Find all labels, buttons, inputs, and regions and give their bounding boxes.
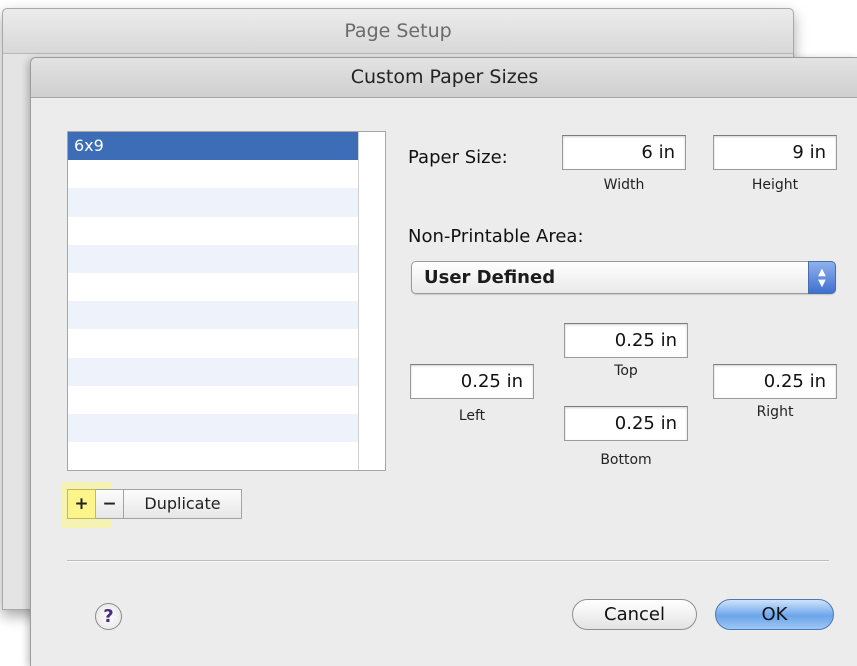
popup-selected-value: User Defined <box>424 267 556 288</box>
list-item[interactable] <box>68 413 358 443</box>
width-caption: Width <box>603 177 645 193</box>
bottom-margin-field[interactable]: 0.25 in <box>564 406 688 441</box>
height-caption: Height <box>751 177 799 193</box>
right-margin-field[interactable]: 0.25 in <box>713 364 837 399</box>
custom-paper-sizes-sheet: Custom Paper Sizes 6x9 + − Duplicate Pap… <box>30 57 857 666</box>
footer-divider <box>67 560 829 562</box>
bottom-caption: Bottom <box>600 452 652 468</box>
non-printable-area-label: Non-Printable Area: <box>408 226 584 247</box>
list-scrollbar[interactable] <box>358 132 385 470</box>
add-button[interactable]: + <box>67 489 96 519</box>
top-margin-field[interactable]: 0.25 in <box>564 323 688 358</box>
page-setup-title: Page Setup <box>3 9 793 54</box>
top-caption: Top <box>614 363 638 379</box>
paper-size-list[interactable]: 6x9 <box>67 131 386 471</box>
sheet-title: Custom Paper Sizes <box>31 58 857 98</box>
remove-button[interactable]: − <box>96 489 124 519</box>
right-caption: Right <box>756 404 794 420</box>
paper-width-field[interactable]: 6 in <box>562 135 686 170</box>
help-button[interactable]: ? <box>95 603 122 630</box>
list-item[interactable] <box>68 273 358 301</box>
paper-list-rows: 6x9 <box>68 132 358 470</box>
list-button-group: + − Duplicate <box>67 489 242 519</box>
ok-button[interactable]: OK <box>715 599 834 630</box>
list-item-selected[interactable]: 6x9 <box>68 132 358 161</box>
list-item[interactable] <box>68 442 358 470</box>
left-caption: Left <box>458 408 486 424</box>
paper-height-field[interactable]: 9 in <box>713 135 837 170</box>
up-down-arrows-icon: ▲ ▼ <box>808 261 836 294</box>
list-item[interactable] <box>68 329 358 357</box>
non-printable-area-popup[interactable]: User Defined ▲ ▼ <box>411 261 836 294</box>
paper-size-label: Paper Size: <box>408 147 508 168</box>
list-item[interactable] <box>68 357 358 386</box>
list-item[interactable] <box>68 244 358 273</box>
list-item[interactable] <box>68 160 358 188</box>
left-margin-field[interactable]: 0.25 in <box>410 364 534 399</box>
list-item[interactable] <box>68 217 358 245</box>
list-item[interactable] <box>68 386 358 414</box>
list-item[interactable] <box>68 188 358 217</box>
duplicate-button[interactable]: Duplicate <box>124 489 242 519</box>
list-item[interactable] <box>68 301 358 330</box>
cancel-button[interactable]: Cancel <box>572 599 697 630</box>
